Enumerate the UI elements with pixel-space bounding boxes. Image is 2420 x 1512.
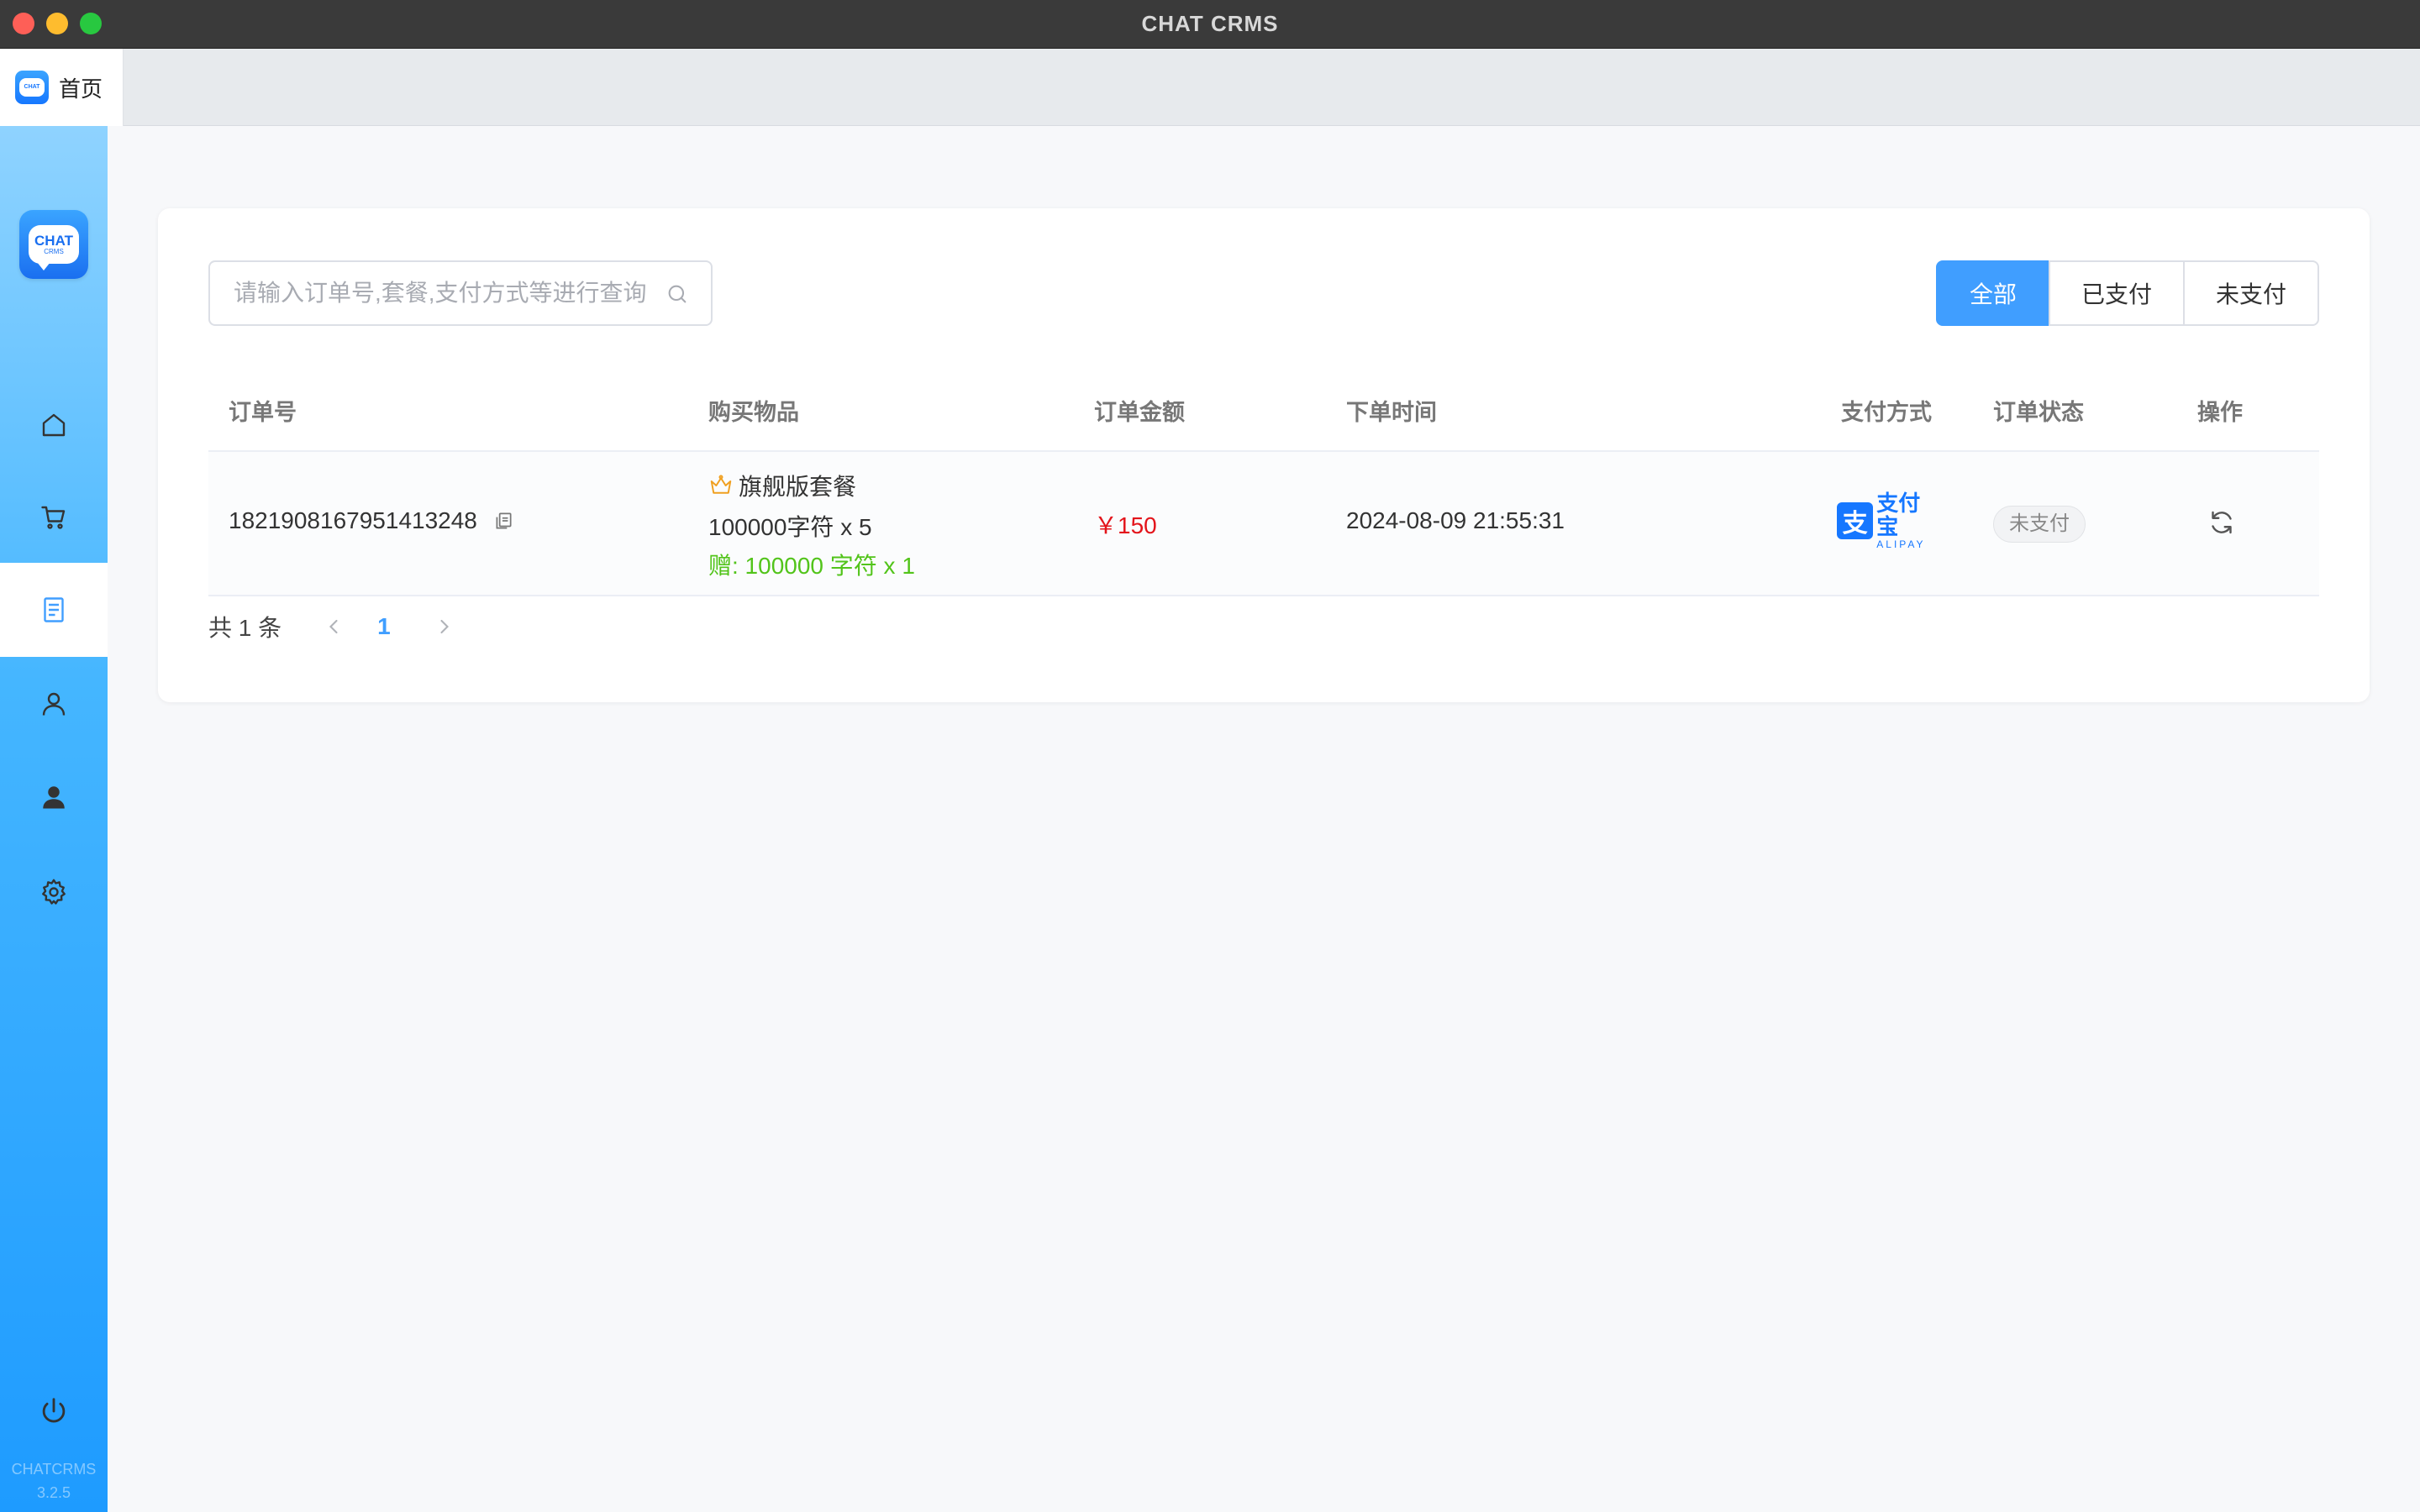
crown-icon — [710, 475, 732, 494]
app-logo-icon: CHAT — [15, 71, 49, 104]
item-name-cell: 旗舰版套餐 — [708, 469, 856, 502]
alipay-logo: 支 支付宝 ALIPAY — [1837, 491, 1941, 550]
order-amount: ￥150 — [1094, 512, 1157, 538]
item-bonus: 赠: 100000 字符 x 1 — [708, 553, 915, 579]
status-filter-group: 全部 已支付 未支付 — [1936, 260, 2319, 326]
user-filled-icon — [43, 786, 65, 809]
document-icon — [44, 597, 64, 622]
orders-card: 全部 已支付 未支付 订单号 购买物品 订单金额 下单时间 支付方式 订单状态 … — [158, 208, 2370, 702]
tab-home[interactable]: CHAT 首页 — [0, 49, 124, 126]
chevron-left-icon[interactable] — [322, 615, 345, 638]
search-box — [208, 260, 713, 326]
header-time: 下单时间 — [1346, 400, 1437, 425]
pagination-total: 共 1 条 — [208, 615, 282, 641]
sidebar-item-settings[interactable] — [0, 845, 108, 939]
order-time: 2024-08-09 21:55:31 — [1346, 507, 1565, 533]
sidebar-logo: CHAT CRMS — [19, 210, 88, 279]
filter-paid-button[interactable]: 已支付 — [2049, 260, 2185, 326]
sidebar-item-orders[interactable] — [0, 563, 108, 657]
sidebar-item-shop[interactable] — [0, 470, 108, 564]
order-no: 1821908167951413248 — [229, 507, 477, 533]
search-input[interactable] — [234, 262, 662, 324]
home-icon — [42, 413, 66, 437]
app-version: CHATCRMS 3.2.5 — [11, 1461, 97, 1501]
sidebar-item-home[interactable] — [0, 378, 108, 472]
window-titlebar: CHAT CRMS — [0, 0, 2420, 49]
search-icon[interactable] — [666, 282, 689, 306]
power-icon — [42, 1398, 66, 1423]
status-badge: 未支付 — [1993, 506, 2086, 543]
refresh-icon[interactable] — [2207, 507, 2237, 538]
header-order-no: 订单号 — [229, 400, 297, 425]
user-outline-icon — [42, 692, 66, 716]
order-no-cell: 1821908167951413248 — [229, 507, 514, 534]
window-title: CHAT CRMS — [1141, 11, 1279, 36]
gear-icon — [42, 879, 66, 905]
logout-button[interactable] — [0, 1386, 108, 1436]
header-action: 操作 — [2197, 400, 2243, 425]
tab-home-label: 首页 — [59, 76, 103, 102]
sidebar-item-users[interactable] — [0, 750, 108, 844]
chevron-right-icon[interactable] — [433, 615, 456, 638]
orders-table: 订单号 购买物品 订单金额 下单时间 支付方式 订单状态 操作 18219081… — [208, 373, 2319, 596]
filter-all-button[interactable]: 全部 — [1936, 260, 2050, 326]
pagination: 共 1 条 1 — [208, 610, 456, 643]
table-header: 订单号 购买物品 订单金额 下单时间 支付方式 订单状态 操作 — [208, 373, 2319, 452]
header-payment: 支付方式 — [1841, 400, 1932, 425]
header-amount: 订单金额 — [1094, 400, 1185, 425]
sidebar: CHAT CRMS CHATCRMS 3.2.5 — [0, 126, 108, 1512]
header-status: 订单状态 — [1993, 400, 2084, 425]
filter-unpaid-button[interactable]: 未支付 — [2183, 260, 2319, 326]
table-row: 1821908167951413248 旗舰版套餐 100000字符 x 5 赠… — [208, 452, 2319, 596]
item-detail: 100000字符 x 5 — [708, 514, 872, 540]
header-item: 购买物品 — [708, 400, 799, 425]
cart-icon — [41, 506, 66, 529]
copy-icon[interactable] — [492, 510, 514, 532]
sidebar-item-profile[interactable] — [0, 657, 108, 751]
tab-bar: CHAT 首页 — [0, 49, 2420, 126]
pagination-page-1[interactable]: 1 — [377, 613, 391, 640]
item-name: 旗舰版套餐 — [739, 474, 857, 500]
alipay-icon: 支 — [1837, 502, 1874, 539]
